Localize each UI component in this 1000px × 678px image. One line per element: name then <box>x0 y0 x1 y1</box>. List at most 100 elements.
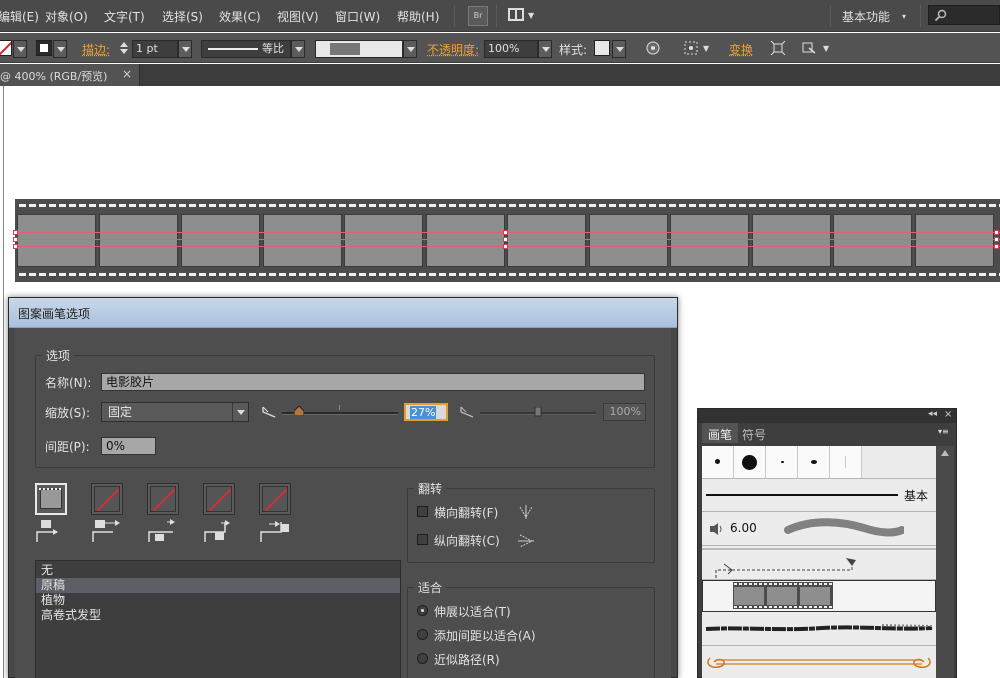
spacing-input[interactable]: 0% <box>101 437 156 455</box>
flip-horizontal-label[interactable]: 横向翻转(F) <box>434 504 498 521</box>
anchor-point[interactable] <box>13 244 18 249</box>
pattern-option-original[interactable]: 原稿 <box>36 578 400 593</box>
recolor-icon[interactable] <box>645 40 661 56</box>
brush-dropdown[interactable] <box>403 40 417 58</box>
stroke-label[interactable]: 描边: <box>82 41 110 58</box>
stroke-weight-dropdown[interactable] <box>178 40 192 58</box>
start-tile-box[interactable] <box>203 483 235 515</box>
opacity-label[interactable]: 不透明度: <box>427 41 479 58</box>
menu-help[interactable]: 帮助(H) <box>397 8 439 25</box>
basic-brush-row[interactable]: 基本 <box>702 479 936 512</box>
scale-min-slider-thumb[interactable] <box>294 405 304 415</box>
pattern-option-none[interactable]: 无 <box>36 563 400 578</box>
fit-approximate-radio[interactable] <box>417 653 428 664</box>
scale-max-slider-thumb[interactable] <box>533 406 543 416</box>
brush-dot-tiny[interactable] <box>766 446 798 478</box>
panel-scrollbar[interactable] <box>936 446 954 678</box>
anchor-point[interactable] <box>994 244 999 249</box>
flip-horizontal-checkbox[interactable] <box>417 506 428 517</box>
fit-add-space-radio[interactable] <box>417 629 428 640</box>
fill-dropdown[interactable] <box>13 40 27 58</box>
tab-brushes[interactable]: 画笔 <box>702 423 738 443</box>
bridge-button[interactable]: Br <box>468 6 488 26</box>
brush-dot-small[interactable] <box>702 446 734 478</box>
charcoal-brush-row[interactable] <box>702 612 936 646</box>
workspace-switcher[interactable]: 基本功能 <box>842 8 890 25</box>
fit-stretch-radio[interactable] <box>417 605 428 616</box>
anchor-point[interactable] <box>994 237 999 242</box>
end-tile-box[interactable] <box>259 483 291 515</box>
menu-effect[interactable]: 效果(C) <box>219 8 261 25</box>
pattern-option-plant[interactable]: 植物 <box>36 593 400 608</box>
fill-swatch[interactable] <box>0 40 12 56</box>
opacity-dropdown[interactable] <box>538 40 552 58</box>
style-dropdown[interactable] <box>612 40 626 58</box>
scroll-up-icon[interactable] <box>941 450 949 456</box>
opacity-input[interactable]: 100% <box>484 40 538 58</box>
arrange-documents-icon[interactable] <box>508 8 524 21</box>
menu-object[interactable]: 对象(O) <box>45 8 88 25</box>
menu-separator <box>496 5 497 27</box>
stroke-dropdown[interactable] <box>53 40 67 58</box>
menu-window[interactable]: 窗口(W) <box>335 8 380 25</box>
isolate-icon[interactable] <box>770 40 786 56</box>
fit-stretch-label[interactable]: 伸展以适合(T) <box>434 603 511 620</box>
close-icon[interactable]: × <box>122 67 132 81</box>
brush-definition[interactable] <box>315 40 403 58</box>
collapse-icon[interactable]: ◂◂ <box>928 409 937 419</box>
no-tile-icon <box>262 486 288 512</box>
menu-edit[interactable]: 编辑(E) <box>0 8 39 25</box>
transform-label[interactable]: 变换 <box>729 41 753 58</box>
stepper-icon[interactable] <box>118 40 130 56</box>
menu-type[interactable]: 文字(T) <box>104 8 145 25</box>
name-input[interactable]: 电影胶片 <box>101 373 645 391</box>
flip-group-title: 翻转 <box>414 480 446 497</box>
style-swatch[interactable] <box>594 40 610 56</box>
scale-mode-select[interactable]: 固定 <box>101 402 249 422</box>
decorative-brush-row[interactable] <box>702 646 936 678</box>
chevron-down-icon[interactable]: ▼ <box>528 11 534 20</box>
stroke-weight-input[interactable]: 1 pt <box>132 40 178 58</box>
fit-approximate-label[interactable]: 近似路径(R) <box>434 651 500 668</box>
flip-vertical-checkbox[interactable] <box>417 534 428 545</box>
brush-dot-thin[interactable] <box>830 446 862 478</box>
panel-header[interactable]: ◂◂ × <box>698 409 956 423</box>
chevron-down-icon[interactable]: ▼ <box>823 44 829 53</box>
variable-width-profile[interactable]: 等比 <box>201 40 291 58</box>
dashed-brush-row[interactable] <box>702 546 936 580</box>
tab-symbols[interactable]: 符号 <box>736 423 772 443</box>
chevron-down-icon[interactable]: ▼ <box>703 44 709 53</box>
side-tile-box[interactable] <box>35 483 67 515</box>
stroke-swatch[interactable] <box>36 40 52 56</box>
dialog-titlebar[interactable]: 图案画笔选项 <box>9 298 677 328</box>
document-tab[interactable]: @ 400% (RGB/预览) × <box>0 64 140 86</box>
anchor-point[interactable] <box>994 230 999 235</box>
film-strip-brush-row[interactable] <box>702 580 936 612</box>
bristle-brush-row[interactable]: 6.00 <box>702 512 936 546</box>
anchor-point[interactable] <box>503 237 508 242</box>
flip-vertical-label[interactable]: 纵向翻转(C) <box>434 532 500 549</box>
anchor-point[interactable] <box>503 244 508 249</box>
anchor-point[interactable] <box>13 230 18 235</box>
fit-add-space-label[interactable]: 添加间距以适合(A) <box>434 627 536 644</box>
align-icon[interactable] <box>683 40 699 56</box>
panel-menu-icon[interactable]: ▾≡ <box>938 427 949 436</box>
film-strip-artwork[interactable] <box>15 199 1000 282</box>
inner-corner-tile-box[interactable] <box>147 483 179 515</box>
close-icon[interactable]: × <box>944 409 952 420</box>
brush-dot-large[interactable] <box>734 446 766 478</box>
select-similar-icon[interactable] <box>801 40 817 56</box>
pattern-list[interactable]: 无 原稿 植物 高卷式发型 <box>35 560 401 678</box>
outer-corner-tile-box[interactable] <box>91 483 123 515</box>
brush-dot-oval[interactable] <box>798 446 830 478</box>
menu-select[interactable]: 选择(S) <box>162 8 203 25</box>
scale-value-input[interactable]: 27% <box>404 403 448 421</box>
pattern-option-bouffant[interactable]: 高卷式发型 <box>36 608 400 623</box>
profile-dropdown[interactable] <box>291 40 305 58</box>
spacing-label: 间距(P): <box>45 438 90 455</box>
anchor-point[interactable] <box>13 237 18 242</box>
anchor-point[interactable] <box>503 230 508 235</box>
menu-view[interactable]: 视图(V) <box>277 8 319 25</box>
chevron-down-icon[interactable]: ▾ <box>902 12 906 21</box>
search-input[interactable] <box>928 5 1000 25</box>
